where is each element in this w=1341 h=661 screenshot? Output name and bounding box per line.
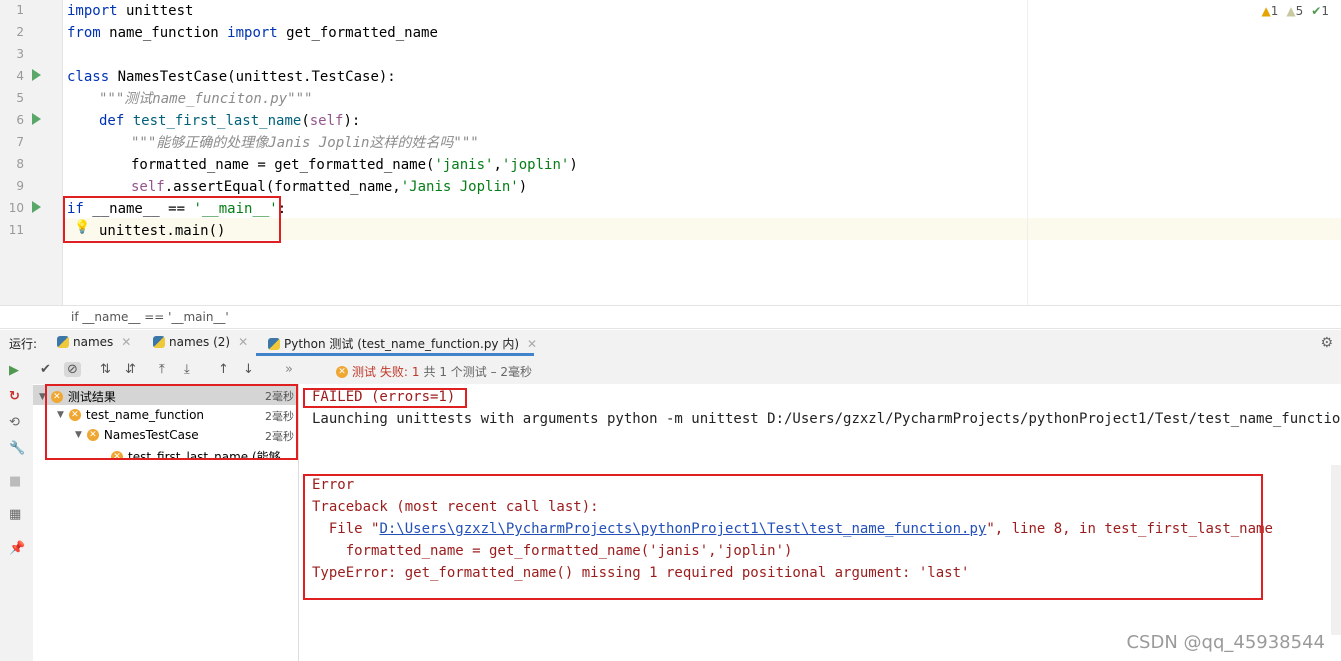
weak-warning-icon: ▲5 (1286, 4, 1304, 18)
line-number: 11 (8, 223, 24, 237)
line-number: 8 (16, 157, 24, 171)
wrench-icon[interactable]: 🔧 (9, 441, 25, 456)
close-icon[interactable]: ✕ (238, 335, 248, 349)
launch-line: Launching unittests with arguments pytho… (312, 411, 1341, 427)
run-gutter-icon[interactable] (32, 69, 41, 81)
inspection-widget[interactable]: ▲1 ▲5 ✔1 (1262, 4, 1329, 18)
active-tab-indicator (256, 353, 534, 356)
collapse-icon[interactable]: ⤓ (184, 362, 190, 377)
python-icon (268, 337, 280, 350)
test-status: ✕ 测试 失败: 1 共 1 个测试 – 2毫秒 (336, 363, 532, 380)
console-scrollbar[interactable] (1331, 465, 1341, 635)
show-ignored-icon[interactable]: ⊘ (64, 362, 81, 377)
tab-names[interactable]: names ✕ (57, 335, 131, 349)
python-icon (57, 336, 69, 348)
editor-gutter: 1 2 3 4 5 6 7 8 9 10 11 (0, 0, 63, 305)
test-error-icon: ✕ (336, 365, 348, 378)
stop-icon[interactable]: ■ (9, 474, 21, 489)
line-number: 5 (16, 91, 24, 105)
tab-names-2[interactable]: names (2) ✕ (153, 335, 248, 349)
highlight-box-error (303, 474, 1263, 600)
line-number: 3 (16, 47, 24, 61)
console-output[interactable]: FAILED (errors=1) Launching unittests wi… (299, 384, 1341, 661)
line-number: 6 (16, 113, 24, 127)
line-number: 10 (8, 201, 24, 215)
right-margin-guide (1027, 0, 1028, 305)
expand-icon[interactable]: ⤒ (159, 362, 165, 377)
test-tree: ▼ ✕ 测试结果 2毫秒 ▼ ✕ test_name_function 2毫秒 ▼ ✕ Na… (33, 384, 299, 661)
sort-alpha-icon[interactable]: ⇅ (100, 362, 111, 377)
code-line-2: from name_function import get_formatted_… (67, 25, 438, 41)
close-icon[interactable]: ✕ (527, 337, 537, 351)
watermark: CSDN @qq_45938544 (1126, 632, 1325, 653)
sort-duration-icon[interactable]: ⇵ (125, 362, 136, 377)
run-label: 运行: (9, 337, 38, 351)
code-line-5: """测试name_funciton.py""" (99, 91, 313, 107)
up-arrow-icon[interactable]: ↑ (218, 362, 229, 377)
close-icon[interactable]: ✕ (121, 335, 131, 349)
line-number: 1 (16, 3, 24, 17)
test-toolbar: ✔ ⊘ ⇅ ⇵ ⤒ ⤓ ↑ ↓ » ✕ 测试 失败: 1 共 1 个测试 – 2… (33, 357, 1341, 385)
code-line-9: self.assertEqual(formatted_name,'Janis J… (131, 179, 528, 195)
layout-icon[interactable]: ▦ (9, 507, 21, 522)
pin-icon[interactable]: 📌 (9, 541, 25, 556)
rerun-icon[interactable]: ▶ (9, 363, 19, 378)
code-line-8: formatted_name = get_formatted_name('jan… (131, 157, 578, 173)
down-arrow-icon[interactable]: ↓ (243, 362, 254, 377)
python-icon (153, 336, 165, 348)
tab-python-test[interactable]: Python 测试 (test_name_function.py 内) ✕ (268, 335, 537, 352)
line-number: 2 (16, 25, 24, 39)
run-tabs-bar: 运行: names ✕ names (2) ✕ Python 测试 (test_na… (0, 330, 1341, 358)
warning-icon: ▲1 (1261, 4, 1279, 18)
check-icon[interactable]: ✔ (40, 362, 51, 377)
highlight-box-tree (45, 384, 298, 460)
highlight-box-main-block (63, 196, 281, 243)
highlight-box-failed (303, 388, 467, 408)
run-side-toolbar: ▶ ↻ ⟲ 🔧 ■ ▦ 📌 (0, 357, 34, 661)
code-editor[interactable]: 1 2 3 4 5 6 7 8 9 10 11 import unittest … (0, 0, 1341, 305)
code-line-6: def test_first_last_name(self): (99, 113, 361, 129)
check-icon: ✔1 (1311, 4, 1329, 18)
rerun-failed-icon[interactable]: ↻ (9, 389, 20, 404)
breadcrumb[interactable]: if __name__ == '__main__' (0, 305, 1341, 329)
line-number: 9 (16, 179, 24, 193)
more-icon[interactable]: » (285, 362, 293, 377)
run-gutter-icon[interactable] (32, 113, 41, 125)
line-number: 7 (16, 135, 24, 149)
gear-icon[interactable]: ⚙ (1320, 335, 1333, 351)
toggle-auto-test-icon[interactable]: ⟲ (9, 415, 20, 430)
run-gutter-icon[interactable] (32, 201, 41, 213)
line-number: 4 (16, 69, 24, 83)
code-line-4: class NamesTestCase(unittest.TestCase): (67, 69, 396, 85)
code-line-7: """能够正确的处理像Janis Joplin这样的姓名吗""" (131, 135, 479, 151)
code-line-1: import unittest (67, 3, 194, 19)
